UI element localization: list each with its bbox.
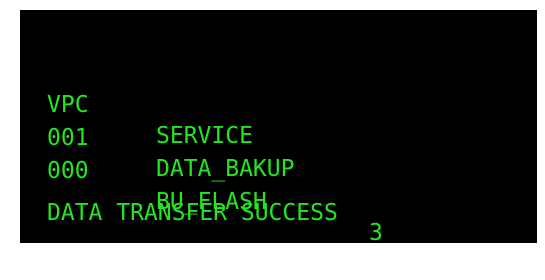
table-row: 001 DATA_BAKUP [47,92,294,182]
status-message: DATA TRANSFER SUCCESS [47,200,338,226]
header-row: VPC SERVICE [47,59,253,149]
service-column-header: SERVICE [156,123,253,149]
terminal-screen: VPC SERVICE 001 DATA_BAKUP 000 BU_FLASH … [20,10,537,246]
table-row: 000 BU_FLASH 3 [47,125,383,246]
vpc-cell: 000 [47,158,89,184]
count-cell: 3 [369,220,383,246]
service-cell: DATA_BAKUP [156,156,295,182]
